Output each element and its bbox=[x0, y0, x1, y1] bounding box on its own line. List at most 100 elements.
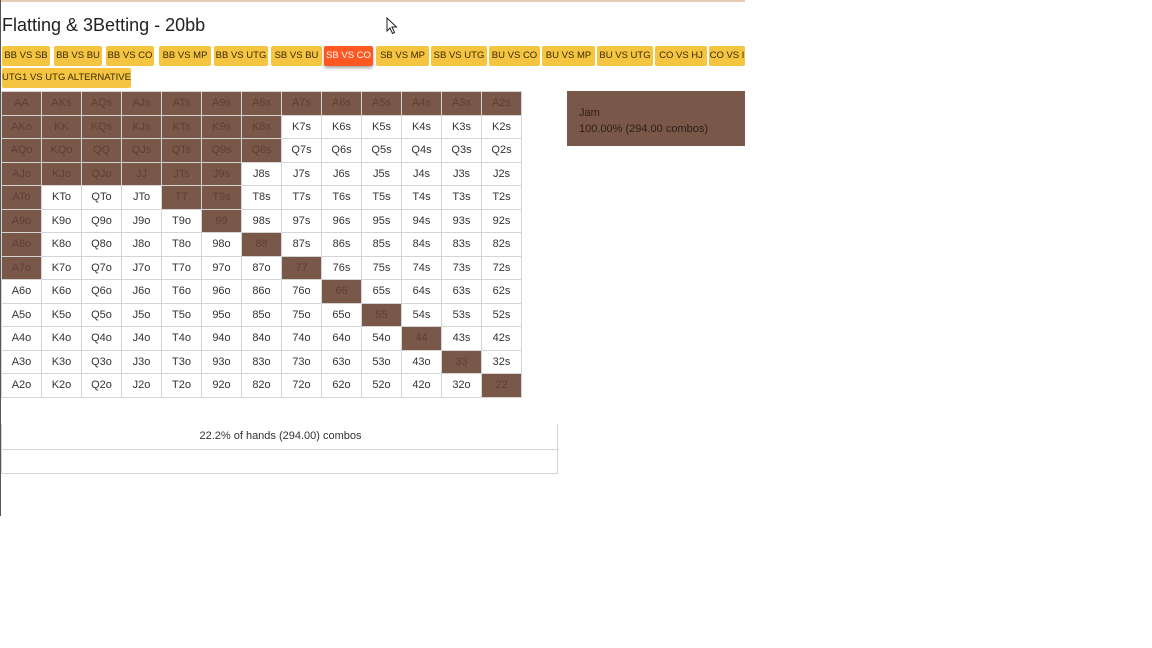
hand-cell-q9s[interactable]: Q9s bbox=[201, 138, 242, 163]
hand-cell-53o[interactable]: 53o bbox=[361, 349, 402, 374]
hand-cell-83o[interactable]: 83o bbox=[241, 349, 282, 374]
hand-cell-k4s[interactable]: K4s bbox=[401, 114, 442, 139]
hand-cell-k4o[interactable]: K4o bbox=[41, 326, 82, 351]
tab-bu-vs-mp[interactable]: BU VS MP bbox=[542, 46, 595, 66]
hand-cell-72s[interactable]: 72s bbox=[481, 255, 522, 280]
hand-cell-j8o[interactable]: J8o bbox=[121, 232, 162, 257]
hand-cell-kqs[interactable]: KQs bbox=[81, 114, 122, 139]
hand-cell-kqo[interactable]: KQo bbox=[41, 138, 82, 163]
hand-cell-t8o[interactable]: T8o bbox=[161, 232, 202, 257]
hand-cell-64s[interactable]: 64s bbox=[401, 279, 442, 304]
hand-cell-43s[interactable]: 43s bbox=[441, 326, 482, 351]
action-legend-jam[interactable]: Jam 100.00% (294.00 combos) bbox=[567, 91, 745, 146]
hand-cell-t5s[interactable]: T5s bbox=[361, 185, 402, 210]
hand-cell-kto[interactable]: KTo bbox=[41, 185, 82, 210]
hand-cell-qts[interactable]: QTs bbox=[161, 138, 202, 163]
hand-cell-a6o[interactable]: A6o bbox=[1, 279, 42, 304]
tab-sb-vs-mp[interactable]: SB VS MP bbox=[376, 46, 429, 66]
hand-cell-96o[interactable]: 96o bbox=[201, 279, 242, 304]
hand-cell-k5o[interactable]: K5o bbox=[41, 302, 82, 327]
hand-cell-j5o[interactable]: J5o bbox=[121, 302, 162, 327]
hand-cell-ato[interactable]: ATo bbox=[1, 185, 42, 210]
hand-cell-95s[interactable]: 95s bbox=[361, 208, 402, 233]
hand-cell-ako[interactable]: AKo bbox=[1, 114, 42, 139]
hand-cell-t2o[interactable]: T2o bbox=[161, 373, 202, 398]
hand-cell-86s[interactable]: 86s bbox=[321, 232, 362, 257]
hand-cell-a9o[interactable]: A9o bbox=[1, 208, 42, 233]
hand-cell-tt[interactable]: TT bbox=[161, 185, 202, 210]
hand-cell-j7o[interactable]: J7o bbox=[121, 255, 162, 280]
hand-cell-a8s[interactable]: A8s bbox=[241, 91, 282, 116]
hand-cell-kk[interactable]: KK bbox=[41, 114, 82, 139]
hand-cell-53s[interactable]: 53s bbox=[441, 302, 482, 327]
hand-cell-98s[interactable]: 98s bbox=[241, 208, 282, 233]
hand-cell-84o[interactable]: 84o bbox=[241, 326, 282, 351]
hand-cell-74s[interactable]: 74s bbox=[401, 255, 442, 280]
hand-cell-k3o[interactable]: K3o bbox=[41, 349, 82, 374]
hand-cell-t4o[interactable]: T4o bbox=[161, 326, 202, 351]
hand-cell-22[interactable]: 22 bbox=[481, 373, 522, 398]
hand-cell-q6s[interactable]: Q6s bbox=[321, 138, 362, 163]
hand-cell-75s[interactable]: 75s bbox=[361, 255, 402, 280]
hand-cell-k6o[interactable]: K6o bbox=[41, 279, 82, 304]
hand-cell-76s[interactable]: 76s bbox=[321, 255, 362, 280]
hand-cell-q3s[interactable]: Q3s bbox=[441, 138, 482, 163]
hand-cell-a2o[interactable]: A2o bbox=[1, 373, 42, 398]
hand-cell-t7o[interactable]: T7o bbox=[161, 255, 202, 280]
hand-cell-32o[interactable]: 32o bbox=[441, 373, 482, 398]
hand-cell-k6s[interactable]: K6s bbox=[321, 114, 362, 139]
hand-cell-jts[interactable]: JTs bbox=[161, 161, 202, 186]
hand-cell-76o[interactable]: 76o bbox=[281, 279, 322, 304]
hand-cell-92o[interactable]: 92o bbox=[201, 373, 242, 398]
hand-cell-66[interactable]: 66 bbox=[321, 279, 362, 304]
hand-cell-a6s[interactable]: A6s bbox=[321, 91, 362, 116]
hand-cell-k9o[interactable]: K9o bbox=[41, 208, 82, 233]
hand-cell-k2o[interactable]: K2o bbox=[41, 373, 82, 398]
tab-sb-vs-utg[interactable]: SB VS UTG bbox=[431, 46, 487, 66]
tab-bb-vs-mp[interactable]: BB VS MP bbox=[159, 46, 211, 66]
hand-cell-65s[interactable]: 65s bbox=[361, 279, 402, 304]
hand-cell-qq[interactable]: QQ bbox=[81, 138, 122, 163]
hand-cell-q3o[interactable]: Q3o bbox=[81, 349, 122, 374]
hand-cell-a5o[interactable]: A5o bbox=[1, 302, 42, 327]
hand-cell-42o[interactable]: 42o bbox=[401, 373, 442, 398]
hand-cell-32s[interactable]: 32s bbox=[481, 349, 522, 374]
hand-cell-85o[interactable]: 85o bbox=[241, 302, 282, 327]
hand-cell-a4s[interactable]: A4s bbox=[401, 91, 442, 116]
hand-cell-q9o[interactable]: Q9o bbox=[81, 208, 122, 233]
hand-cell-k2s[interactable]: K2s bbox=[481, 114, 522, 139]
hand-cell-82s[interactable]: 82s bbox=[481, 232, 522, 257]
tab-bb-vs-sb[interactable]: BB VS SB bbox=[2, 46, 50, 66]
hand-cell-a5s[interactable]: A5s bbox=[361, 91, 402, 116]
hand-cell-82o[interactable]: 82o bbox=[241, 373, 282, 398]
hand-cell-97o[interactable]: 97o bbox=[201, 255, 242, 280]
hand-cell-j9s[interactable]: J9s bbox=[201, 161, 242, 186]
hand-cell-qto[interactable]: QTo bbox=[81, 185, 122, 210]
tab-bu-vs-co[interactable]: BU VS CO bbox=[489, 46, 540, 66]
hand-cell-75o[interactable]: 75o bbox=[281, 302, 322, 327]
hand-cell-k8s[interactable]: K8s bbox=[241, 114, 282, 139]
hand-cell-a4o[interactable]: A4o bbox=[1, 326, 42, 351]
tab-co-vs-i[interactable]: CO VS I bbox=[709, 46, 745, 66]
hand-cell-85s[interactable]: 85s bbox=[361, 232, 402, 257]
hand-cell-63o[interactable]: 63o bbox=[321, 349, 362, 374]
hand-cell-97s[interactable]: 97s bbox=[281, 208, 322, 233]
tab-bu-vs-utg[interactable]: BU VS UTG bbox=[597, 46, 653, 66]
hand-cell-65o[interactable]: 65o bbox=[321, 302, 362, 327]
hand-cell-k7o[interactable]: K7o bbox=[41, 255, 82, 280]
hand-cell-k7s[interactable]: K7s bbox=[281, 114, 322, 139]
hand-cell-j5s[interactable]: J5s bbox=[361, 161, 402, 186]
hand-cell-j8s[interactable]: J8s bbox=[241, 161, 282, 186]
hand-cell-98o[interactable]: 98o bbox=[201, 232, 242, 257]
hand-cell-j6s[interactable]: J6s bbox=[321, 161, 362, 186]
hand-cell-63s[interactable]: 63s bbox=[441, 279, 482, 304]
hand-cell-77[interactable]: 77 bbox=[281, 255, 322, 280]
hand-cell-q6o[interactable]: Q6o bbox=[81, 279, 122, 304]
hand-cell-q5s[interactable]: Q5s bbox=[361, 138, 402, 163]
hand-cell-88[interactable]: 88 bbox=[241, 232, 282, 257]
hand-cell-64o[interactable]: 64o bbox=[321, 326, 362, 351]
hand-cell-a7o[interactable]: A7o bbox=[1, 255, 42, 280]
hand-cell-96s[interactable]: 96s bbox=[321, 208, 362, 233]
hand-cell-a3s[interactable]: A3s bbox=[441, 91, 482, 116]
hand-cell-q5o[interactable]: Q5o bbox=[81, 302, 122, 327]
